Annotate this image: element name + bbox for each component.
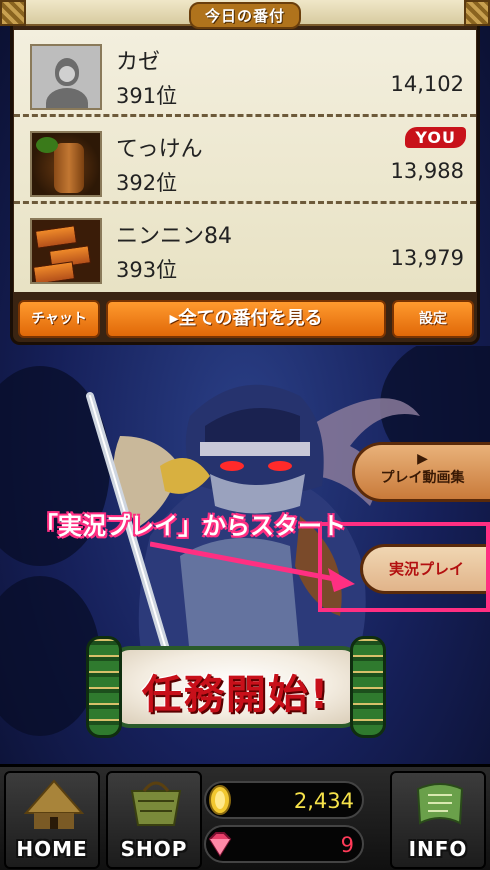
panel-buttons: チャット ▸全ての番付を見る 設定: [18, 300, 474, 340]
player-name: カゼ: [116, 50, 161, 75]
play-videos-button[interactable]: ▶ プレイ動画集: [352, 442, 490, 502]
gem-counter: 9: [204, 825, 364, 863]
ranking-banner: 今日の番付: [0, 0, 490, 29]
bottom-navigation: HOME SHOP 2,434 9 INFO: [0, 764, 490, 870]
play-icon: ▶: [417, 451, 428, 467]
view-all-rankings-button[interactable]: ▸全ての番付を見る: [106, 300, 386, 338]
chat-button[interactable]: チャット: [18, 300, 100, 338]
banner-cap-left: [0, 0, 26, 26]
info-button[interactable]: INFO: [390, 771, 486, 869]
player-name: ニンニン84: [116, 224, 232, 249]
player-score: 13,979: [390, 246, 464, 270]
home-button[interactable]: HOME: [4, 771, 100, 869]
player-score: 14,102: [390, 72, 464, 96]
scroll-icon: [416, 783, 464, 825]
ranking-list: カゼ 391位 14,102 YOU てっけん 392位 13,988 ニンニン…: [14, 30, 476, 292]
player-rank: 391位: [116, 84, 178, 108]
treasure-boxes-icon: [30, 218, 102, 284]
gold-counter: 2,434: [204, 781, 364, 819]
ranking-row[interactable]: ニンニン84 393位 13,979: [14, 204, 476, 291]
home-label: HOME: [16, 837, 88, 861]
player-score: 13,988: [390, 159, 464, 183]
start-mission-button[interactable]: 任務開始!: [86, 636, 386, 738]
info-label: INFO: [408, 837, 468, 861]
settings-button[interactable]: 設定: [392, 300, 474, 338]
basket-icon: [130, 781, 182, 826]
default-avatar-icon: [30, 44, 102, 110]
gold-amount: 2,434: [293, 789, 354, 813]
ranking-row[interactable]: カゼ 391位 14,102: [14, 30, 476, 117]
play-videos-label: プレイ動画集: [380, 470, 465, 486]
start-mission-label: 任務開始!: [141, 672, 331, 718]
shop-label: SHOP: [120, 837, 188, 861]
ranking-row-self[interactable]: YOU てっけん 392位 13,988: [14, 117, 476, 204]
gold-coin-icon: [209, 785, 231, 815]
arrow-icon: [150, 541, 355, 592]
wooden-doll-icon: [30, 131, 102, 197]
gem-icon: [208, 832, 232, 857]
hut-icon: [24, 779, 84, 829]
player-rank: 393位: [116, 258, 178, 282]
banner-cap-right: [464, 0, 490, 26]
player-name: てっけん: [116, 137, 203, 162]
gem-amount: 9: [340, 833, 354, 857]
ninja-scene: ▶ プレイ動画集 実況プレイ 「実況プレイ」からスタート 任務開始!: [0, 346, 490, 764]
player-rank: 392位: [116, 171, 178, 195]
you-badge: YOU: [405, 127, 466, 148]
shop-button[interactable]: SHOP: [106, 771, 202, 869]
ranking-title: 今日の番付: [188, 2, 302, 29]
